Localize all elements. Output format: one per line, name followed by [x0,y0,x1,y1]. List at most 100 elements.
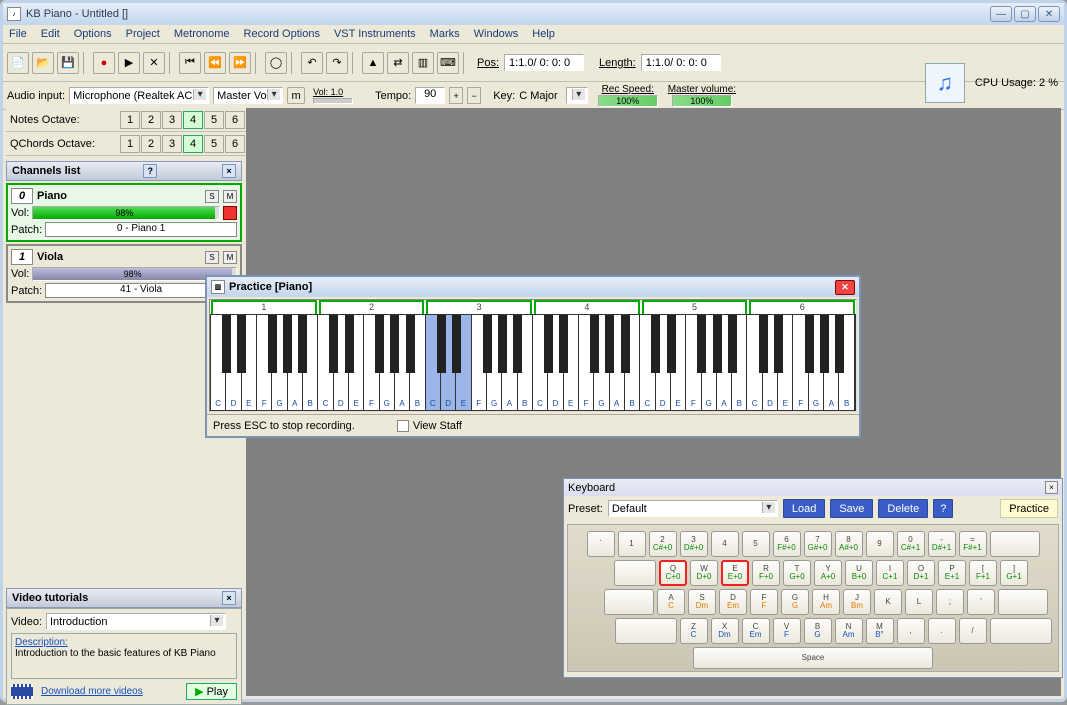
key-2[interactable]: 2C#+0 [649,531,677,557]
key-J[interactable]: JBm [843,589,871,615]
view-staff-checkbox[interactable] [397,420,409,432]
key-`[interactable]: ` [587,531,615,557]
black-key[interactable] [375,315,384,373]
black-key[interactable] [437,315,446,373]
menu-metronome[interactable]: Metronome [174,28,230,40]
keyboard-close[interactable]: × [1045,481,1058,494]
key-=[interactable]: =F#+1 [959,531,987,557]
audio-route-select[interactable]: Master Vo [213,87,283,104]
octave-6[interactable]: 6 [225,111,245,129]
black-key[interactable] [513,315,522,373]
key-S[interactable]: SDm [688,589,716,615]
practice-close-button[interactable]: ✕ [835,280,855,295]
octave-1[interactable]: 1 [120,135,140,153]
caps-key[interactable] [604,589,654,615]
delete-button[interactable]: Delete [878,499,928,518]
key-I[interactable]: IC+1 [876,560,904,586]
black-key[interactable] [283,315,292,373]
black-key[interactable] [498,315,507,373]
black-key[interactable] [697,315,706,373]
key-U[interactable]: UB+0 [845,560,873,586]
space-key[interactable]: Space [693,647,933,669]
key-V[interactable]: VF [773,618,801,644]
key-W[interactable]: WD+0 [690,560,718,586]
key-][interactable]: ]G+1 [1000,560,1028,586]
octave-4[interactable]: 4 [183,111,203,129]
maximize-button[interactable]: ▢ [1014,6,1036,22]
key-X[interactable]: XDm [711,618,739,644]
key-F[interactable]: FF [750,589,778,615]
key-E[interactable]: EE+0 [721,560,749,586]
tempo-minus[interactable]: − [467,87,481,104]
octave-4[interactable]: 4 [183,135,203,153]
octave-5[interactable]: 5 [204,135,224,153]
key-L[interactable]: L [905,589,933,615]
key-1[interactable]: 1 [618,531,646,557]
key-6[interactable]: 6F#+0 [773,531,801,557]
key-A[interactable]: AC [657,589,685,615]
preset-select[interactable]: Default [608,500,778,517]
solo-button[interactable]: S [205,251,219,264]
black-key[interactable] [298,315,307,373]
black-key[interactable] [835,315,844,373]
menu-marks[interactable]: Marks [430,28,460,40]
key-5[interactable]: 5 [742,531,770,557]
key-B[interactable]: BG [804,618,832,644]
black-key[interactable] [805,315,814,373]
black-key[interactable] [621,315,630,373]
key-4[interactable]: 4 [711,531,739,557]
tempo-plus[interactable]: + [449,87,463,104]
enter-key[interactable] [998,589,1048,615]
octave-1[interactable]: 1 [120,111,140,129]
black-key[interactable] [237,315,246,373]
octave-3[interactable]: 3 [162,135,182,153]
key-select[interactable] [566,87,588,104]
download-videos-link[interactable]: Download more videos [41,686,143,697]
black-key[interactable] [590,315,599,373]
save-preset-button[interactable]: Save [830,499,873,518]
black-key[interactable] [820,315,829,373]
metronome-button[interactable]: ▲ [362,52,384,74]
redo-button[interactable]: ↷ [326,52,348,74]
video-select[interactable]: Introduction [46,613,226,630]
black-key[interactable] [452,315,461,373]
shift-key-right[interactable] [990,618,1052,644]
octave-2[interactable]: 2 [141,135,161,153]
practice-button[interactable]: Practice [1000,499,1058,518]
patch-select[interactable]: 0 - Piano 1 [45,222,237,237]
pos-display[interactable]: 1:1.0/ 0: 0: 0 [504,54,584,71]
key-Q[interactable]: QC+0 [659,560,687,586]
mixer-button[interactable]: ⇄ [387,52,409,74]
open-button[interactable]: 📂 [32,52,54,74]
key-N[interactable]: NAm [835,618,863,644]
tempo-input[interactable]: 90 [415,87,445,104]
octave-2[interactable]: 2 [141,111,161,129]
menu-vst-instruments[interactable]: VST Instruments [334,28,416,40]
piano-button[interactable]: ▥ [412,52,434,74]
key-T[interactable]: TG+0 [783,560,811,586]
audio-input-select[interactable]: Microphone (Realtek AC [69,87,209,104]
record-button[interactable]: ● [93,52,115,74]
black-key[interactable] [759,315,768,373]
key-P[interactable]: PE+1 [938,560,966,586]
key-8[interactable]: 8A#+0 [835,531,863,557]
black-key[interactable] [268,315,277,373]
backspace-key[interactable] [990,531,1040,557]
key-K[interactable]: K [874,589,902,615]
key-7[interactable]: 7G#+0 [804,531,832,557]
menu-file[interactable]: File [9,28,27,40]
minimize-button[interactable]: — [990,6,1012,22]
black-key[interactable] [345,315,354,373]
key--[interactable]: -D#+1 [928,531,956,557]
volume-bar[interactable]: 98% [32,206,220,220]
key-C[interactable]: CEm [742,618,770,644]
rewind-start-button[interactable]: ⏮ [179,52,201,74]
video-close[interactable]: × [222,591,236,605]
octave-3[interactable]: 3 [162,111,182,129]
black-key[interactable] [651,315,660,373]
key-H[interactable]: HAm [812,589,840,615]
black-key[interactable] [222,315,231,373]
key-G[interactable]: GG [781,589,809,615]
key-/[interactable]: / [959,618,987,644]
black-key[interactable] [329,315,338,373]
